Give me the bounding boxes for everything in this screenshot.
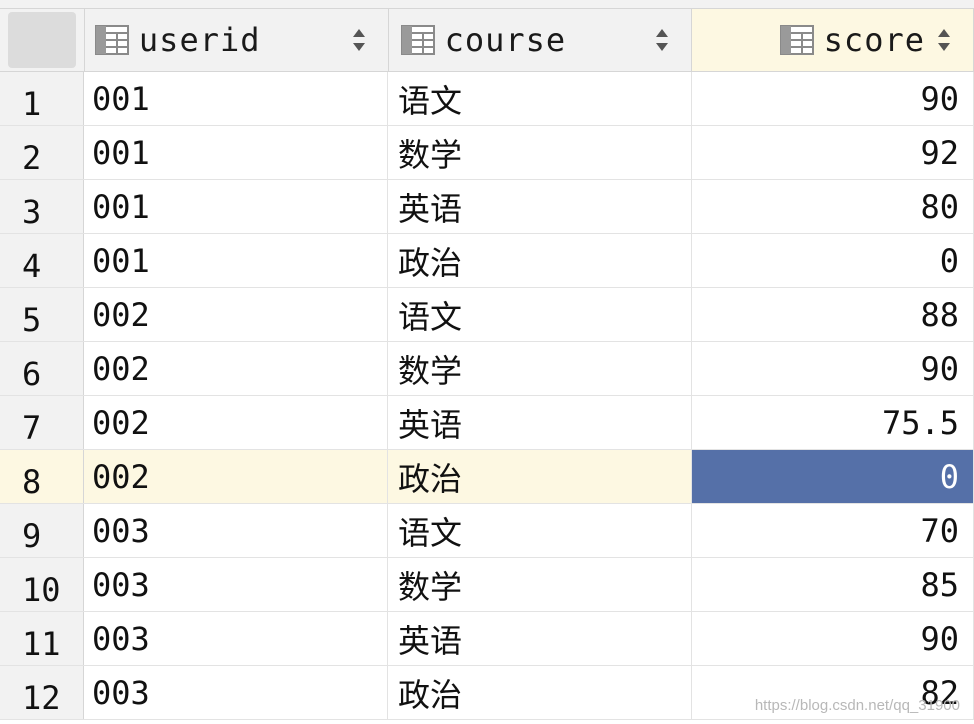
table-row[interactable]: 6 002 数学 90 (0, 342, 974, 396)
cell-course[interactable]: 政治 (388, 666, 692, 719)
row-number[interactable]: 11 (0, 612, 84, 665)
column-title-score: score (823, 21, 925, 59)
column-header-course[interactable]: course (388, 9, 693, 71)
cell-userid[interactable]: 002 (84, 450, 388, 503)
row-number[interactable]: 5 (0, 288, 84, 341)
select-all-button[interactable] (8, 12, 76, 68)
table-row-current[interactable]: 8 002 政治 0 (0, 450, 974, 504)
table-row[interactable]: 5 002 语文 88 (0, 288, 974, 342)
table-row[interactable]: 3 001 英语 80 (0, 180, 974, 234)
cell-userid[interactable]: 001 (84, 180, 388, 233)
row-number[interactable]: 12 (0, 666, 84, 719)
cell-score[interactable]: 80 (692, 180, 974, 233)
sort-icon[interactable] (937, 27, 951, 53)
sort-icon[interactable] (352, 27, 366, 53)
cell-userid[interactable]: 003 (84, 612, 388, 665)
table-row[interactable]: 4 001 政治 0 (0, 234, 974, 288)
cell-userid[interactable]: 003 (84, 558, 388, 611)
result-grid: userid course score 1 001 语文 90 2 001 数学… (0, 0, 974, 724)
row-number[interactable]: 1 (0, 72, 84, 125)
column-icon (94, 25, 129, 55)
table-row[interactable]: 10 003 数学 85 (0, 558, 974, 612)
cell-course[interactable]: 语文 (388, 288, 692, 341)
cell-course[interactable]: 数学 (388, 126, 692, 179)
watermark: https://blog.csdn.net/qq_31900 (754, 697, 960, 714)
column-header-userid[interactable]: userid (84, 9, 389, 71)
table-row[interactable]: 7 002 英语 75.5 (0, 396, 974, 450)
cell-course[interactable]: 数学 (388, 342, 692, 395)
cell-userid[interactable]: 002 (84, 396, 388, 449)
row-number[interactable]: 10 (0, 558, 84, 611)
sort-icon[interactable] (655, 27, 669, 53)
cell-course[interactable]: 政治 (388, 450, 692, 503)
grid-header-row: userid course score (0, 9, 974, 72)
cell-score[interactable]: 88 (692, 288, 974, 341)
row-number[interactable]: 7 (0, 396, 84, 449)
cell-course[interactable]: 语文 (388, 72, 692, 125)
cell-score[interactable]: 75.5 (692, 396, 974, 449)
cell-score[interactable]: 92 (692, 126, 974, 179)
row-number[interactable]: 4 (0, 234, 84, 287)
grid-top-edge (0, 0, 974, 9)
cell-course[interactable]: 语文 (388, 504, 692, 557)
table-row[interactable]: 1 001 语文 90 (0, 72, 974, 126)
row-number[interactable]: 2 (0, 126, 84, 179)
cell-course[interactable]: 英语 (388, 180, 692, 233)
cell-course[interactable]: 英语 (388, 612, 692, 665)
column-icon (779, 25, 814, 55)
cell-userid[interactable]: 002 (84, 342, 388, 395)
column-header-score[interactable]: score (692, 9, 974, 71)
column-title-course: course (444, 21, 567, 59)
cell-userid[interactable]: 003 (84, 504, 388, 557)
table-row[interactable]: 11 003 英语 90 (0, 612, 974, 666)
cell-score[interactable]: 70 (692, 504, 974, 557)
cell-userid[interactable]: 001 (84, 126, 388, 179)
cell-userid[interactable]: 001 (84, 234, 388, 287)
cell-score-selected[interactable]: 0 (692, 450, 974, 503)
cell-score[interactable]: 0 (692, 234, 974, 287)
select-all-corner[interactable] (0, 9, 85, 71)
cell-score[interactable]: 85 (692, 558, 974, 611)
cell-userid[interactable]: 002 (84, 288, 388, 341)
table-row[interactable]: 2 001 数学 92 (0, 126, 974, 180)
row-number[interactable]: 6 (0, 342, 84, 395)
row-number[interactable]: 3 (0, 180, 84, 233)
grid-body: 1 001 语文 90 2 001 数学 92 3 001 英语 80 4 00… (0, 72, 974, 720)
cell-course[interactable]: 数学 (388, 558, 692, 611)
cell-course[interactable]: 政治 (388, 234, 692, 287)
table-row[interactable]: 9 003 语文 70 (0, 504, 974, 558)
cell-score[interactable]: 90 (692, 612, 974, 665)
cell-score[interactable]: 90 (692, 72, 974, 125)
column-icon (400, 25, 435, 55)
row-number[interactable]: 9 (0, 504, 84, 557)
column-title-userid: userid (138, 21, 261, 59)
cell-userid[interactable]: 001 (84, 72, 388, 125)
row-number[interactable]: 8 (0, 450, 84, 503)
cell-userid[interactable]: 003 (84, 666, 388, 719)
cell-course[interactable]: 英语 (388, 396, 692, 449)
cell-score[interactable]: 90 (692, 342, 974, 395)
